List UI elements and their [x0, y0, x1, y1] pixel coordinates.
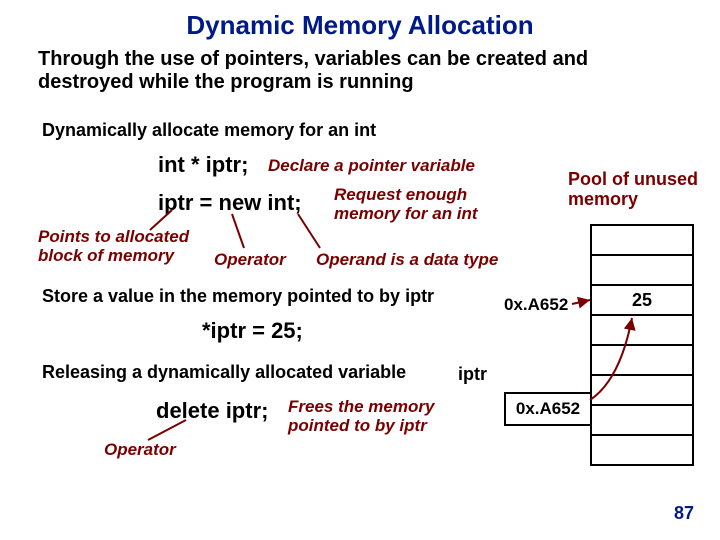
memory-cell: [592, 436, 692, 464]
memory-cell: [592, 226, 692, 256]
memory-address-label: 0x.A652: [504, 295, 568, 315]
section-store-heading: Store a value in the memory pointed to b…: [42, 286, 434, 307]
memory-cell: [592, 406, 692, 436]
label-operator-delete: Operator: [104, 440, 176, 460]
section-release-heading: Releasing a dynamically allocated variab…: [42, 362, 406, 383]
memory-cell: [592, 316, 692, 346]
memory-cell: [592, 256, 692, 286]
note-frees: Frees the memory pointed to by iptr: [288, 398, 488, 435]
memory-cell: [592, 346, 692, 376]
slide-title: Dynamic Memory Allocation: [0, 10, 720, 41]
page-number: 87: [674, 503, 694, 524]
note-request-memory: Request enough memory for an int: [334, 186, 514, 223]
pool-heading: Pool of unused memory: [568, 170, 718, 210]
note-points-to: Points to allocated block of memory: [38, 228, 208, 265]
label-operand-type: Operand is a data type: [316, 250, 498, 270]
code-new-expr: iptr = new int;: [158, 190, 302, 216]
code-assign: *iptr = 25;: [202, 318, 303, 344]
memory-cell: [592, 376, 692, 406]
label-operator-new: Operator: [214, 250, 286, 270]
code-declare-pointer: int * iptr;: [158, 152, 248, 178]
note-declare: Declare a pointer variable: [268, 156, 475, 176]
code-delete: delete iptr;: [156, 398, 268, 424]
section-allocate-heading: Dynamically allocate memory for an int: [42, 120, 376, 141]
memory-cell-alloc: 25: [592, 286, 692, 316]
memory-pool: 25: [590, 224, 694, 466]
iptr-var-label: iptr: [458, 364, 487, 385]
iptr-var-box: 0x.A652: [504, 392, 592, 426]
intro-text: Through the use of pointers, variables c…: [38, 48, 678, 94]
